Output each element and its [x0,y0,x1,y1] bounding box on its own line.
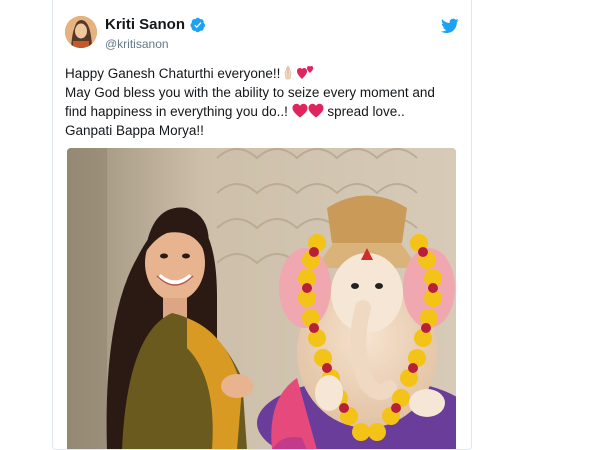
two-hearts-emoji [297,66,314,79]
tweet-photo[interactable] [67,148,456,449]
folded-hands-emoji [285,65,292,80]
tweet-line: Ganpati Bappa Morya!! [65,123,204,138]
tweet-card[interactable]: Kriti Sanon @kritisanon Happy Ganesh Cha… [52,0,472,450]
tweet-line: Happy Ganesh Chaturthi everyone!! [65,64,461,83]
tweet-line-text: Happy Ganesh Chaturthi everyone!! [65,66,281,81]
verified-badge-icon [190,17,206,32]
tweet-line-text: spread love.. [323,104,405,119]
tweet-line: find happiness in everything you do..! s… [65,102,461,121]
photo-illustration [67,148,456,449]
author-name-text[interactable]: Kriti Sanon [105,16,185,33]
author-name[interactable]: Kriti Sanon [105,16,206,33]
red-heart-emoji [292,103,308,118]
twitter-bird-icon[interactable] [441,18,459,34]
author-avatar[interactable] [65,16,97,48]
tweet-line: May God bless you with the ability to se… [65,85,435,100]
tweet-text: Happy Ganesh Chaturthi everyone!! May Go… [65,64,461,140]
author-handle[interactable]: @kritisanon [105,37,169,51]
tweet-line-text: find happiness in everything you do..! [65,104,288,119]
red-heart-emoji [308,103,324,118]
